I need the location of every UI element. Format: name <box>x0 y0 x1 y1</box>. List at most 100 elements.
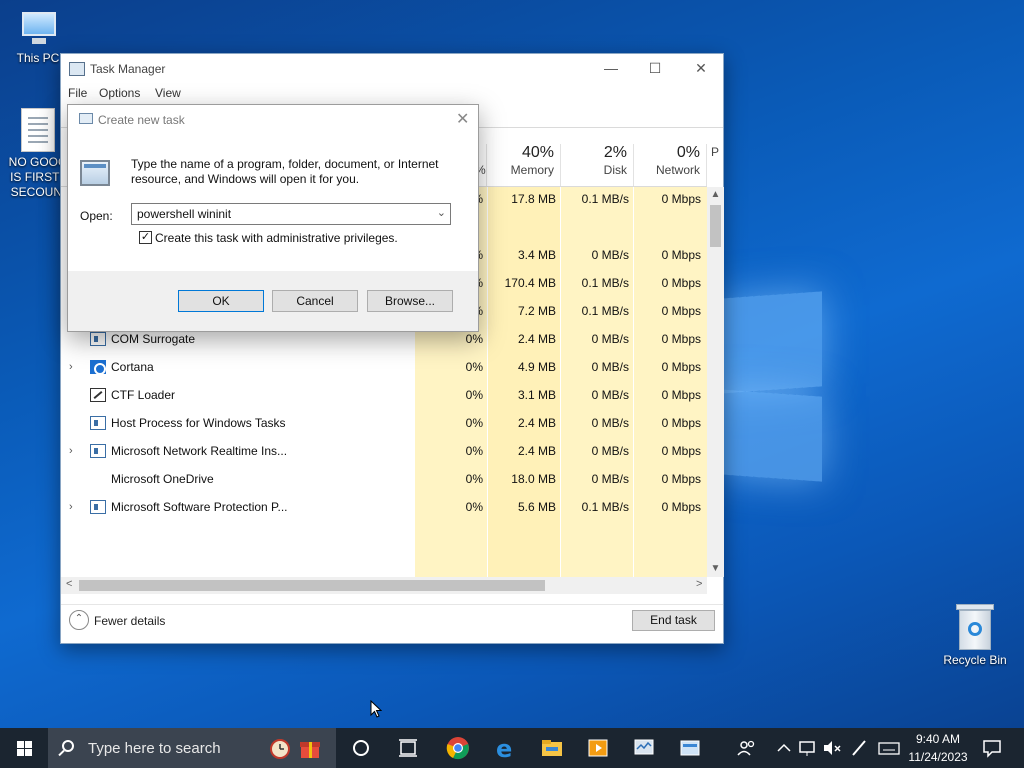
expand-chevron-icon[interactable]: › <box>69 501 73 513</box>
maximize-button[interactable]: ☐ <box>632 54 678 84</box>
cortana-icon <box>90 360 106 375</box>
menu-options[interactable]: Options <box>99 86 140 100</box>
scroll-right-arrow[interactable]: > <box>696 578 702 590</box>
scroll-thumb[interactable] <box>710 205 721 247</box>
cell-disk: 0 MB/s <box>591 416 629 430</box>
admin-checkbox-label[interactable]: Create this task with administrative pri… <box>155 231 398 245</box>
scroll-up-arrow[interactable]: ▲ <box>707 189 724 200</box>
scroll-left-arrow[interactable]: < <box>66 578 72 590</box>
notifications-icon[interactable] <box>980 736 1004 760</box>
cell-cpu: 0% <box>465 360 483 374</box>
cell-disk: 0.1 MB/s <box>581 276 629 290</box>
process-name: Microsoft Network Realtime Ins... <box>111 444 288 458</box>
clock-time[interactable]: 9:40 AM <box>905 732 971 746</box>
hscroll-thumb[interactable] <box>79 580 545 591</box>
cell-memory: 170.4 MB <box>504 276 556 290</box>
cortana-icon[interactable] <box>349 736 373 760</box>
alarm-clock-icon[interactable] <box>268 736 292 760</box>
close-button[interactable]: ✕ <box>678 54 724 84</box>
desktop-icon-recycle-bin[interactable]: Recycle Bin <box>937 604 1013 667</box>
table-row[interactable]: › Microsoft Software Protection P... 0% 5.6… <box>61 493 707 521</box>
cell-network: 0 Mbps <box>661 332 701 346</box>
table-row[interactable]: CTF Loader 0% 3.1 MB 0 MB/s 0 Mbps <box>61 381 707 409</box>
network-label: Network <box>655 163 700 177</box>
volume-muted-icon[interactable] <box>820 736 844 760</box>
menu-file[interactable]: File <box>68 86 87 100</box>
clock-date[interactable]: 11/24/2023 <box>905 750 971 764</box>
cell-network: 0 Mbps <box>661 416 701 430</box>
browse-button[interactable]: Browse... <box>367 290 453 312</box>
scroll-down-arrow[interactable]: ▼ <box>707 563 724 574</box>
table-row[interactable]: › Cortana 0% 4.9 MB 0 MB/s 0 Mbps <box>61 353 707 381</box>
chevron-up-icon[interactable] <box>772 736 796 760</box>
process-name: Microsoft Software Protection P... <box>111 500 288 514</box>
dialog-body: Type the name of a program, folder, docu… <box>68 135 478 271</box>
end-task-button[interactable]: End task <box>632 610 715 631</box>
cell-network: 0 Mbps <box>661 360 701 374</box>
search-placeholder[interactable]: Type here to search <box>88 740 221 757</box>
menu-view[interactable]: View <box>155 86 181 100</box>
ok-button[interactable]: OK <box>178 290 264 312</box>
keyboard-icon[interactable] <box>877 736 901 760</box>
table-row[interactable]: Host Process for Windows Tasks 0% 2.4 MB 0 … <box>61 409 707 437</box>
fewer-details-link[interactable]: Fewer details <box>94 614 165 628</box>
recycle-bin-icon <box>956 604 994 650</box>
cell-memory: 2.4 MB <box>517 416 556 430</box>
cell-memory: 2.4 MB <box>517 332 556 346</box>
open-combobox[interactable]: powershell wininit ⌄ <box>131 203 451 225</box>
cell-network: 0 Mbps <box>661 472 701 486</box>
media-player-icon[interactable] <box>586 736 610 760</box>
process-name: CTF Loader <box>111 388 176 402</box>
menu-bar: File Options View <box>61 84 723 104</box>
cell-cpu: 0% <box>465 500 483 514</box>
ctf-loader-icon <box>90 388 106 402</box>
search-box[interactable]: Type here to search <box>48 728 336 768</box>
cell-cpu: 0% <box>465 416 483 430</box>
chevron-down-icon[interactable]: ⌄ <box>437 206 446 219</box>
gift-icon[interactable] <box>298 736 322 760</box>
vertical-scrollbar[interactable]: ▲ ▼ <box>707 187 724 577</box>
pen-icon[interactable] <box>847 736 871 760</box>
table-row[interactable]: Microsoft OneDrive 0% 18.0 MB 0 MB/s 0 Mbps <box>61 465 707 493</box>
cell-network: 0 Mbps <box>661 248 701 262</box>
edge-icon[interactable]: e <box>494 735 518 763</box>
fewer-details-icon[interactable]: ⌃ <box>69 610 89 630</box>
taskbar: Type here to search e 9:40 AM 11/24/2023 <box>0 728 1024 768</box>
network-icon[interactable] <box>796 736 820 760</box>
cell-memory: 18.0 MB <box>511 472 556 486</box>
table-row[interactable]: › Microsoft Network Realtime Ins... 0% 2.4 … <box>61 437 707 465</box>
cell-memory: 3.1 MB <box>517 388 556 402</box>
horizontal-scrollbar[interactable]: < > <box>61 577 707 594</box>
open-input[interactable]: powershell wininit <box>137 207 231 221</box>
start-button[interactable] <box>0 728 48 768</box>
admin-checkbox[interactable]: ✓ <box>139 231 152 244</box>
task-manager-icon[interactable] <box>632 736 656 760</box>
file-explorer-icon[interactable] <box>540 736 564 760</box>
mouse-cursor-icon <box>370 700 382 718</box>
cell-disk: 0 MB/s <box>591 360 629 374</box>
svg-text:e: e <box>496 736 512 760</box>
people-icon[interactable] <box>735 736 759 760</box>
task-view-icon[interactable] <box>396 736 420 760</box>
cell-cpu: 0% <box>465 444 483 458</box>
column-disk[interactable]: 2% Disk <box>561 144 634 186</box>
run-icon[interactable] <box>678 736 702 760</box>
cell-memory: 5.6 MB <box>517 500 556 514</box>
chrome-icon[interactable] <box>446 736 470 760</box>
dialog-title-bar[interactable]: Create new task ✕ <box>68 105 478 135</box>
search-icon <box>62 740 74 752</box>
memory-percent: 40% <box>521 144 554 161</box>
cell-disk: 0 MB/s <box>591 444 629 458</box>
cancel-button[interactable]: Cancel <box>272 290 358 312</box>
column-memory[interactable]: 40% Memory <box>487 144 561 186</box>
column-network[interactable]: 0% Network <box>634 144 707 186</box>
cell-network: 0 Mbps <box>661 444 701 458</box>
expand-chevron-icon[interactable]: › <box>69 361 73 373</box>
dialog-close-button[interactable]: ✕ <box>456 109 469 129</box>
column-power[interactable]: P <box>707 144 723 186</box>
dialog-title: Create new task <box>98 113 185 127</box>
title-bar[interactable]: Task Manager — ☐ ✕ <box>61 54 723 84</box>
minimize-button[interactable]: — <box>588 54 634 84</box>
expand-chevron-icon[interactable]: › <box>69 445 73 457</box>
cell-disk: 0 MB/s <box>591 472 629 486</box>
